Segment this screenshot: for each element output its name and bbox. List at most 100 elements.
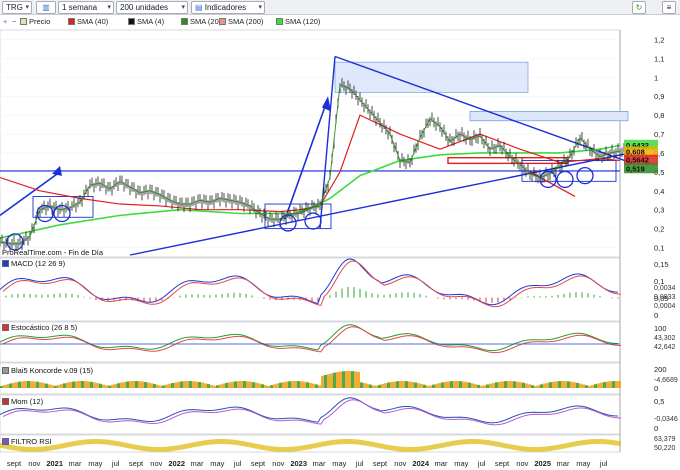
highlight-circle — [556, 170, 574, 189]
rsi-bar — [243, 441, 246, 447]
panel-title-mom[interactable]: Mom (12) — [2, 397, 43, 406]
chart-canvas[interactable]: 1,21,110,90,80,70,60,50,40,30,20,10,150,… — [0, 0, 680, 470]
koncorde-bar — [255, 382, 258, 388]
rsi-bar — [195, 441, 198, 447]
koncorde-bar — [357, 371, 360, 388]
legend-plus-icon[interactable]: + — [3, 17, 7, 27]
rsi-bar — [303, 445, 306, 451]
rsi-bar — [540, 446, 543, 452]
rsi-bar — [384, 444, 387, 450]
sma-120-line — [0, 144, 621, 239]
rsi-bar — [363, 440, 366, 446]
panel-label: Mom (12) — [11, 397, 44, 406]
legend-item-sma120[interactable]: SMA (120) — [276, 17, 320, 27]
koncorde-bar — [84, 381, 87, 388]
rsi-bar — [231, 439, 234, 445]
rsi-bar — [537, 446, 540, 452]
rsi-bar — [33, 446, 36, 452]
koncorde-bar — [171, 383, 174, 388]
rsi-bar — [192, 442, 195, 448]
koncorde-bar — [333, 372, 336, 388]
koncorde-bar — [99, 383, 102, 388]
rsi-bar — [21, 446, 24, 452]
koncorde-bar — [33, 381, 36, 388]
sub-marker-label: 0,0004 — [654, 303, 676, 310]
rsi-bar — [420, 446, 423, 452]
legend-item-sma20[interactable]: SMA (20) — [181, 17, 221, 27]
rsi-bar — [252, 443, 255, 449]
rsi-bar — [345, 439, 348, 445]
units-select[interactable]: 200 unidades ▾ — [116, 1, 188, 14]
rsi-bar — [471, 439, 474, 445]
rsi-bar — [561, 443, 564, 449]
koncorde-bar — [579, 383, 582, 388]
koncorde-bar — [582, 384, 585, 388]
rsi-bar — [489, 440, 492, 446]
rsi-bar — [408, 446, 411, 452]
koncorde-bar — [264, 385, 267, 388]
koncorde-bar — [96, 383, 99, 388]
rsi-bar — [291, 446, 294, 452]
x-tick-label: mar — [191, 459, 204, 468]
rsi-bar — [165, 446, 168, 452]
rsi-bar — [429, 445, 432, 451]
panel-title-macd[interactable]: MACD (12 26 9) — [2, 259, 65, 268]
rsi-bar — [96, 439, 99, 445]
koncorde-bar — [138, 381, 141, 388]
period-select[interactable]: 1 semana ▾ — [58, 1, 114, 14]
compare-button[interactable]: ▥ — [36, 1, 56, 14]
rsi-bar — [474, 439, 477, 445]
koncorde-bar — [540, 384, 543, 388]
indicators-button[interactable]: ▤ Indicadores ▾ — [191, 1, 265, 14]
rsi-bar — [612, 440, 615, 446]
menu-button[interactable]: ≡ — [662, 1, 676, 14]
rsi-bar — [492, 440, 495, 446]
symbol-select[interactable]: TRG ▾ — [2, 1, 32, 14]
rsi-bar — [294, 446, 297, 452]
panel-title-stoch[interactable]: Estocástico (26 8 5) — [2, 323, 77, 332]
legend-swatch — [68, 18, 75, 25]
koncorde-bar — [6, 384, 9, 388]
koncorde-bar — [489, 383, 492, 388]
rsi-bar — [213, 439, 216, 445]
x-tick-label: jul — [477, 459, 486, 468]
rsi-bar — [525, 446, 528, 452]
legend-item-price[interactable]: Precio — [20, 17, 50, 27]
menu-icon: ≡ — [666, 3, 672, 12]
rsi-bar — [534, 446, 537, 452]
panel-title-rsi[interactable]: FILTRO RSI — [2, 437, 52, 446]
rsi-bar — [585, 439, 588, 445]
rsi-bar — [402, 446, 405, 452]
rsi-bar — [153, 446, 156, 452]
legend-item-sma40[interactable]: SMA (40) — [68, 17, 108, 27]
koncorde-bar — [564, 381, 567, 388]
koncorde-bar — [30, 381, 33, 388]
rsi-bar — [564, 443, 567, 449]
refresh-button[interactable]: ↻ — [632, 1, 646, 14]
rsi-bar — [162, 446, 165, 452]
koncorde-bar — [300, 381, 303, 388]
legend-item-sma4[interactable]: SMA (4) — [128, 17, 164, 27]
legend-minus-icon[interactable]: − — [12, 17, 16, 27]
x-tick-label: mar — [435, 459, 448, 468]
panel-title-blai[interactable]: Blai5 Koncorde v.09 (15) — [2, 366, 93, 375]
koncorde-bar — [279, 382, 282, 388]
koncorde-bar — [603, 382, 606, 388]
rsi-bar — [546, 446, 549, 452]
koncorde-bar — [483, 385, 486, 388]
legend-item-sma200[interactable]: SMA (200) — [219, 17, 263, 27]
koncorde-bar — [522, 382, 525, 388]
rsi-bar — [495, 441, 498, 447]
rsi-bar — [372, 442, 375, 448]
koncorde-bar — [486, 384, 489, 388]
x-tick-label: mar — [69, 459, 82, 468]
koncorde-bar — [336, 372, 339, 388]
rsi-bar — [486, 440, 489, 446]
koncorde-bar — [306, 382, 309, 388]
rsi-bar — [387, 444, 390, 450]
koncorde-bar — [495, 382, 498, 388]
y-tick-label: 0,15 — [654, 260, 669, 269]
koncorde-bar — [21, 381, 24, 388]
koncorde-bar — [498, 381, 501, 388]
rsi-bar — [516, 445, 519, 451]
